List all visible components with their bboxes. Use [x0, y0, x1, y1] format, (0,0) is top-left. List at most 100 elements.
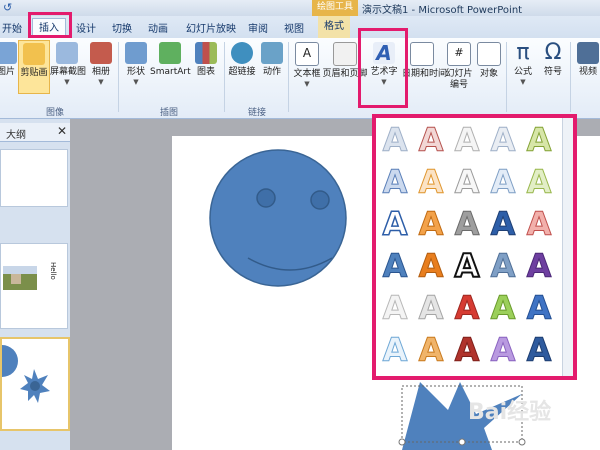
chevron-down-icon: ▼	[64, 78, 70, 86]
tab-design[interactable]: 设计	[76, 20, 96, 35]
wordart-highlight	[358, 28, 408, 108]
left-eye-shape	[256, 188, 276, 208]
tab-review[interactable]: 审阅	[248, 20, 268, 35]
separator	[288, 42, 289, 112]
tab-format[interactable]: 格式	[318, 16, 350, 38]
screenshot-icon	[56, 42, 78, 64]
smiley-face-shape	[209, 149, 347, 287]
omega-icon: Ω	[544, 40, 562, 65]
wordart-style-6-2[interactable]: A	[414, 330, 448, 370]
wordart-style-1-3[interactable]: A	[450, 120, 484, 160]
wordart-style-4-2[interactable]: A	[414, 246, 448, 286]
action-icon	[261, 42, 283, 64]
wordart-style-3-1[interactable]: A	[378, 204, 412, 244]
ribbon: 图片 剪贴画 屏幕截图 ▼ 相册 ▼ 图像 形状 ▼ SmartArt 图表 插…	[0, 38, 600, 119]
object-icon	[477, 42, 501, 66]
group-images: 图像	[46, 108, 65, 118]
textbox-button[interactable]: A 文本框 ▼	[292, 42, 322, 88]
ribbon-tabs: 开始 插入 设计 切换 动画 幻灯片放映 审阅 视图 格式	[0, 16, 600, 39]
slide-number-button[interactable]: # 幻灯片 编号	[442, 42, 476, 91]
wordart-style-2-2[interactable]: A	[414, 162, 448, 202]
tab-transitions[interactable]: 切换	[112, 20, 132, 35]
wordart-style-2-1[interactable]: A	[378, 162, 412, 202]
slide-thumbnail-3-selected[interactable]	[0, 337, 70, 431]
selection-handle	[518, 438, 526, 446]
screenshot-button[interactable]: 屏幕截图 ▼	[50, 42, 86, 86]
globe-icon	[231, 42, 253, 64]
video-icon	[577, 42, 599, 64]
shapes-icon	[125, 42, 147, 64]
gallery-scrollbar[interactable]	[562, 118, 573, 376]
wordart-style-5-2[interactable]: A	[414, 288, 448, 328]
textbox-icon: A	[295, 42, 319, 66]
wordart-style-6-3[interactable]: A	[450, 330, 484, 370]
datetime-button[interactable]: 日期和时间	[402, 42, 447, 80]
outline-tab[interactable]: 大纲 ✕	[0, 123, 70, 142]
wordart-style-4-1[interactable]: A	[378, 246, 412, 286]
wordart-style-4-3[interactable]: A	[450, 246, 484, 286]
chevron-down-icon: ▼	[304, 80, 310, 88]
wordart-style-6-1[interactable]: A	[378, 330, 412, 370]
wordart-style-3-4[interactable]: A	[486, 204, 520, 244]
chart-button[interactable]: 图表	[194, 42, 218, 78]
selection-handle	[398, 438, 406, 446]
wordart-style-3-5[interactable]: A	[522, 204, 556, 244]
wordart-style-1-2[interactable]: A	[414, 120, 448, 160]
calendar-icon	[410, 42, 434, 66]
undo-icon[interactable]: ↺	[3, 1, 12, 14]
video-button[interactable]: 视频	[576, 42, 600, 78]
symbol-button[interactable]: Ω 符号	[540, 42, 566, 78]
separator	[506, 42, 507, 112]
slide-thumbnail-2[interactable]: Hello	[0, 243, 68, 329]
wordart-style-4-5[interactable]: A	[522, 246, 556, 286]
wordart-style-5-1[interactable]: A	[378, 288, 412, 328]
wordart-style-3-2[interactable]: A	[414, 204, 448, 244]
right-eye-shape	[310, 190, 330, 210]
wordart-style-2-5[interactable]: A	[522, 162, 556, 202]
close-icon[interactable]: ✕	[57, 124, 67, 138]
chart-icon	[195, 42, 217, 64]
object-button[interactable]: 对象	[476, 42, 502, 80]
wordart-style-1-1[interactable]: A	[378, 120, 412, 160]
tab-slideshow[interactable]: 幻灯片放映	[186, 20, 236, 35]
smartart-button[interactable]: SmartArt	[150, 42, 191, 78]
chevron-down-icon: ▼	[520, 78, 526, 86]
clipart-button[interactable]: 剪贴画	[18, 40, 50, 94]
wordart-style-4-4[interactable]: A	[486, 246, 520, 286]
slide-thumbnail-1[interactable]	[0, 149, 68, 207]
equation-button[interactable]: π 公式 ▼	[510, 42, 536, 87]
wordart-style-2-4[interactable]: A	[486, 162, 520, 202]
action-button[interactable]: 动作	[260, 42, 284, 78]
picture-button[interactable]: 图片	[0, 42, 18, 78]
slides-pane: 大纲 ✕ Hello	[0, 119, 70, 450]
wordart-gallery[interactable]: A A A A A A A A A A A A A A A A A A A A …	[372, 114, 577, 380]
window-title: 演示文稿1 - Microsoft PowerPoint	[362, 5, 523, 16]
drawing-tools-label: 绘图工具	[312, 0, 358, 16]
wordart-style-5-5[interactable]: A	[522, 288, 556, 328]
smartart-icon	[159, 42, 181, 64]
group-illustrations: 插图	[160, 108, 179, 118]
tab-view[interactable]: 视图	[284, 20, 304, 35]
wordart-style-6-5[interactable]: A	[522, 330, 556, 370]
tab-animations[interactable]: 动画	[148, 20, 168, 35]
wordart-style-2-3[interactable]: A	[450, 162, 484, 202]
hello-text: Hello	[49, 262, 57, 280]
selection-handle	[458, 438, 466, 446]
wordart-style-6-4[interactable]: A	[486, 330, 520, 370]
separator	[224, 42, 225, 112]
wordart-style-5-4[interactable]: A	[486, 288, 520, 328]
tab-home[interactable]: 开始	[2, 20, 22, 35]
picture-icon	[0, 42, 17, 64]
insert-tab-highlight	[28, 12, 72, 38]
shapes-button[interactable]: 形状 ▼	[124, 42, 148, 86]
chevron-down-icon: ▼	[98, 78, 104, 86]
wordart-style-5-3[interactable]: A	[450, 288, 484, 328]
wordart-style-1-4[interactable]: A	[486, 120, 520, 160]
wordart-style-1-5[interactable]: A	[522, 120, 556, 160]
album-button[interactable]: 相册 ▼	[88, 42, 114, 86]
group-links: 链接	[248, 108, 267, 118]
hyperlink-button[interactable]: 超链接	[226, 42, 258, 78]
wordart-style-3-3[interactable]: A	[450, 204, 484, 244]
album-icon	[90, 42, 112, 64]
clipart-icon	[23, 43, 45, 65]
